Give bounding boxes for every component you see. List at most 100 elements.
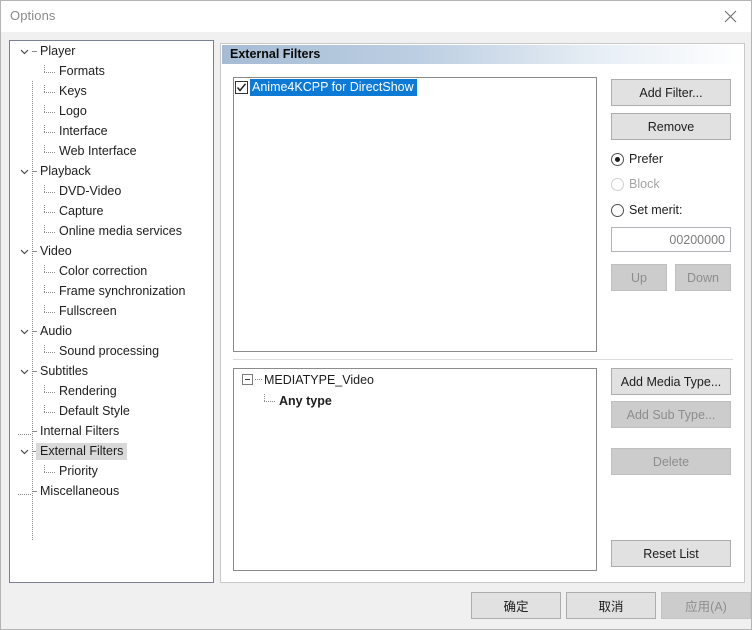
filter-list[interactable]: Anime4KCPP for DirectShow — [233, 77, 597, 352]
sidebar-item-label: Miscellaneous — [40, 484, 120, 498]
filter-list-item[interactable]: Anime4KCPP for DirectShow — [234, 78, 596, 96]
sidebar-item-keys[interactable]: Keys — [10, 81, 213, 101]
sidebar-item-dvd-video[interactable]: DVD-Video — [10, 181, 213, 201]
sidebar-item-web-interface[interactable]: Web Interface — [10, 141, 213, 161]
chevron-down-icon[interactable] — [18, 445, 31, 458]
sidebar-item-sound-processing[interactable]: Sound processing — [10, 341, 213, 361]
sidebar-item-audio[interactable]: Audio — [10, 321, 213, 341]
tree-connector-icon — [32, 50, 37, 52]
tree-connector-icon — [32, 490, 37, 492]
sidebar-item-label: Sound processing — [59, 344, 160, 358]
media-type-row[interactable]: MEDIATYPE_Video — [234, 369, 596, 390]
sidebar-item-label: Interface — [59, 124, 108, 138]
cancel-button[interactable]: 取消 — [566, 592, 656, 619]
chevron-down-icon[interactable] — [18, 245, 31, 258]
tree-elbow-icon — [44, 64, 57, 78]
sidebar-item-formats[interactable]: Formats — [10, 61, 213, 81]
delete-media-type-button[interactable]: Delete — [611, 448, 731, 475]
radio-set-merit-label: Set merit: — [629, 203, 683, 217]
chevron-down-icon[interactable] — [18, 325, 31, 338]
sidebar-item-interface[interactable]: Interface — [10, 121, 213, 141]
media-type-row[interactable]: Any type — [234, 390, 596, 411]
add-sub-type-button[interactable]: Add Sub Type... — [611, 401, 731, 428]
sidebar-item-label: Keys — [59, 84, 87, 98]
sidebar-item-capture[interactable]: Capture — [10, 201, 213, 221]
tree-elbow-icon — [44, 224, 57, 238]
sidebar-item-priority[interactable]: Priority — [10, 461, 213, 481]
options-dialog: Options Player Formats Keys Logo Interface We… — [0, 0, 752, 630]
media-type-label: Any type — [279, 393, 332, 408]
close-icon[interactable] — [708, 1, 751, 31]
reset-list-button[interactable]: Reset List — [611, 540, 731, 567]
add-media-type-button[interactable]: Add Media Type... — [611, 368, 731, 395]
move-up-button[interactable]: Up — [611, 264, 667, 291]
tree-connector-icon — [32, 370, 37, 372]
ok-button[interactable]: 确定 — [471, 592, 561, 619]
radio-prefer[interactable]: Prefer — [611, 152, 663, 166]
radio-set-merit-mark — [611, 203, 624, 217]
tree-elbow-icon — [44, 344, 57, 358]
panel-title: External Filters — [230, 47, 321, 61]
radio-block-label: Block — [629, 177, 660, 191]
sidebar-item-label: Fullscreen — [59, 304, 117, 318]
sidebar-item-label: Rendering — [59, 384, 117, 398]
settings-tree[interactable]: Player Formats Keys Logo Interface Web Interf… — [9, 40, 214, 583]
sidebar-item-player[interactable]: Player — [10, 41, 213, 61]
radio-set-merit[interactable]: Set merit: — [611, 203, 683, 217]
radio-prefer-label: Prefer — [629, 152, 664, 166]
box-minus-icon[interactable] — [242, 374, 253, 385]
sidebar-item-label: Player — [40, 44, 76, 58]
sidebar-item-fullscreen[interactable]: Fullscreen — [10, 301, 213, 321]
media-type-tree[interactable]: MEDIATYPE_Video Any type — [233, 368, 597, 571]
sidebar-item-miscellaneous[interactable]: Miscellaneous — [10, 481, 213, 501]
move-down-button[interactable]: Down — [675, 264, 731, 291]
sidebar-item-label: Playback — [40, 164, 91, 178]
tree-connector-icon — [18, 428, 31, 435]
apply-button[interactable]: 应用(A) — [661, 592, 751, 619]
sidebar-item-label: Audio — [40, 324, 72, 338]
radio-block-mark — [611, 177, 624, 191]
section-divider — [233, 359, 733, 360]
tree-elbow-icon — [44, 264, 57, 278]
sidebar-item-label: External Filters — [36, 442, 128, 460]
sidebar-item-label: Web Interface — [59, 144, 137, 158]
sidebar-item-label: Internal Filters — [40, 424, 120, 438]
tree-connector-icon — [255, 379, 262, 380]
tree-connector-icon — [32, 430, 37, 432]
sidebar-item-online-media-services[interactable]: Online media services — [10, 221, 213, 241]
sidebar-item-color-correction[interactable]: Color correction — [10, 261, 213, 281]
window-title: Options — [10, 8, 56, 23]
radio-prefer-mark — [611, 152, 624, 166]
sidebar-item-rendering[interactable]: Rendering — [10, 381, 213, 401]
sidebar-item-default-style[interactable]: Default Style — [10, 401, 213, 421]
tree-elbow-icon — [44, 84, 57, 98]
tree-elbow-icon — [44, 124, 57, 138]
add-filter-button[interactable]: Add Filter... — [611, 79, 731, 106]
sidebar-item-logo[interactable]: Logo — [10, 101, 213, 121]
chevron-down-icon[interactable] — [18, 365, 31, 378]
tree-elbow-icon — [44, 404, 57, 418]
sidebar-item-label: Capture — [59, 204, 104, 218]
filter-name-label: Anime4KCPP for DirectShow — [250, 78, 417, 96]
filter-enabled-checkbox[interactable] — [235, 80, 248, 94]
sidebar-item-label: Default Style — [59, 404, 130, 418]
tree-connector-icon — [32, 170, 37, 172]
sidebar-item-internal-filters[interactable]: Internal Filters — [10, 421, 213, 441]
sidebar-item-external-filters[interactable]: External Filters — [10, 441, 213, 461]
chevron-down-icon[interactable] — [18, 165, 31, 178]
sidebar-item-label: Formats — [59, 64, 105, 78]
sidebar-item-label: Video — [40, 244, 72, 258]
title-bar: Options — [1, 1, 751, 32]
sidebar-item-label: Online media services — [59, 224, 182, 238]
sidebar-item-playback[interactable]: Playback — [10, 161, 213, 181]
chevron-down-icon[interactable] — [18, 45, 31, 58]
sidebar-item-frame-synchronization[interactable]: Frame synchronization — [10, 281, 213, 301]
tree-elbow-icon — [44, 284, 57, 298]
sidebar-item-label: Color correction — [59, 264, 148, 278]
tree-elbow-icon — [44, 204, 57, 218]
sidebar-item-label: DVD-Video — [59, 184, 122, 198]
merit-value-input[interactable] — [611, 227, 731, 252]
sidebar-item-subtitles[interactable]: Subtitles — [10, 361, 213, 381]
remove-filter-button[interactable]: Remove — [611, 113, 731, 140]
sidebar-item-video[interactable]: Video — [10, 241, 213, 261]
